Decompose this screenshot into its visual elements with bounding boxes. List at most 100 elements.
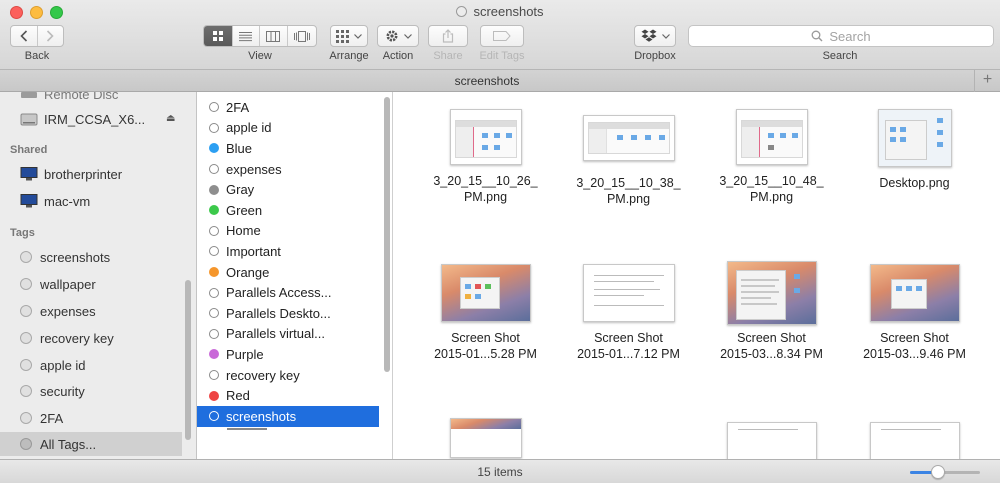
tag-list-item[interactable]: Home bbox=[197, 221, 379, 242]
file-item[interactable]: Screen Shot 2015-01...5.28 PM bbox=[414, 264, 557, 362]
icon-size-slider-knob[interactable] bbox=[931, 465, 945, 479]
file-name: Screen Shot 2015-03...8.34 PM bbox=[720, 331, 823, 361]
action-button[interactable] bbox=[377, 25, 419, 47]
network-computer-icon bbox=[20, 167, 38, 181]
back-label: Back bbox=[24, 50, 50, 62]
sidebar-item-remote-disc[interactable]: Remote Disc bbox=[0, 92, 196, 106]
tag-list-item[interactable]: expenses bbox=[197, 159, 379, 180]
sidebar-tag-screenshots[interactable]: screenshots bbox=[0, 245, 196, 269]
dropbox-icon bbox=[641, 29, 656, 42]
chevron-down-icon bbox=[354, 33, 362, 39]
back-forward-control bbox=[10, 25, 64, 47]
sidebar-item-brotherprinter[interactable]: brotherprinter bbox=[0, 162, 196, 186]
status-bar: 15 items bbox=[0, 459, 1000, 483]
columns-icon bbox=[266, 30, 281, 42]
window-title: screenshots bbox=[0, 4, 1000, 19]
sidebar-tag-expenses[interactable]: expenses bbox=[0, 299, 196, 323]
file-name: Desktop.png bbox=[879, 176, 950, 190]
sidebar-header-shared: Shared bbox=[10, 144, 48, 156]
tag-dot-icon bbox=[209, 308, 219, 319]
cover-flow-button[interactable] bbox=[288, 26, 316, 46]
file-icon-grid: 3_20_15__10_26_ PM.png 3_20_15__10_38_ PM.… bbox=[394, 92, 1000, 459]
file-thumbnail bbox=[869, 422, 960, 459]
color-tag-dot-icon bbox=[209, 184, 219, 195]
tag-list-item[interactable]: 2FA bbox=[197, 97, 379, 118]
tag-dot-icon bbox=[209, 102, 219, 113]
tag-list-column: 2FA apple id Blue expenses Gray Green Ho… bbox=[197, 92, 393, 459]
tab-screenshots[interactable]: screenshots bbox=[0, 74, 974, 88]
color-tag-dot-icon bbox=[209, 349, 219, 360]
sidebar-scrollbar[interactable] bbox=[185, 280, 191, 440]
forward-button[interactable] bbox=[38, 26, 64, 46]
new-tab-button[interactable]: + bbox=[974, 70, 1000, 92]
chevron-down-icon bbox=[403, 33, 412, 39]
network-computer-icon bbox=[20, 194, 38, 208]
tag-list-item[interactable]: Blue bbox=[197, 138, 379, 159]
file-item-partial[interactable] bbox=[700, 422, 843, 459]
sidebar-tag-wallpaper[interactable]: wallpaper bbox=[0, 272, 196, 296]
color-tag-dot-icon bbox=[209, 143, 219, 154]
tag-list-item-partial[interactable] bbox=[197, 426, 379, 432]
file-name: Screen Shot 2015-03...9.46 PM bbox=[863, 331, 966, 361]
file-item-partial[interactable] bbox=[843, 422, 986, 459]
tag-list-item[interactable]: recovery key bbox=[197, 365, 379, 386]
tag-dot-icon bbox=[20, 332, 32, 344]
tag-list-item[interactable]: Purple bbox=[197, 344, 379, 365]
file-thumbnail bbox=[877, 109, 952, 167]
folder-proxy-icon[interactable] bbox=[456, 6, 468, 17]
file-item[interactable]: 3_20_15__10_38_ PM.png bbox=[557, 109, 700, 207]
file-item[interactable]: Screen Shot 2015-03...9.46 PM bbox=[843, 264, 986, 362]
file-thumbnail bbox=[869, 264, 960, 322]
tag-list-item[interactable]: Parallels virtual... bbox=[197, 324, 379, 345]
sidebar-tag-2fa[interactable]: 2FA bbox=[0, 406, 196, 430]
back-button[interactable] bbox=[11, 26, 38, 46]
tag-dot-icon bbox=[209, 164, 219, 175]
file-item[interactable]: Screen Shot 2015-01...7.12 PM bbox=[557, 264, 700, 362]
dropbox-button[interactable] bbox=[634, 25, 676, 47]
tab-bar: screenshots + bbox=[0, 70, 1000, 92]
tag-list-item[interactable]: Orange bbox=[197, 262, 379, 283]
tag-list-item-selected[interactable]: screenshots bbox=[197, 406, 379, 427]
tag-list-item[interactable]: Red bbox=[197, 385, 379, 406]
search-placeholder: Search bbox=[829, 28, 871, 44]
tag-list-item[interactable]: Important bbox=[197, 241, 379, 262]
list-view-button[interactable] bbox=[233, 26, 261, 46]
sidebar-item-all-tags[interactable]: All Tags... bbox=[0, 432, 182, 456]
sidebar-tag-recovery-key[interactable]: recovery key bbox=[0, 326, 196, 350]
color-tag-dot-icon bbox=[209, 390, 219, 401]
tag-dot-icon bbox=[209, 411, 219, 422]
file-item[interactable]: Desktop.png bbox=[843, 109, 986, 191]
cover-flow-icon bbox=[293, 30, 310, 42]
arrange-label: Arrange bbox=[329, 50, 369, 62]
search-field[interactable]: Search bbox=[688, 25, 994, 47]
tag-list-scrollbar[interactable] bbox=[384, 97, 390, 372]
arrange-button[interactable] bbox=[330, 25, 368, 47]
sidebar-tag-security[interactable]: security bbox=[0, 379, 196, 403]
eject-icon[interactable]: ⏏ bbox=[166, 113, 175, 124]
disc-drive-icon bbox=[21, 92, 37, 98]
edit-tags-button[interactable] bbox=[480, 25, 524, 47]
tag-list-item[interactable]: apple id bbox=[197, 118, 379, 139]
sidebar-tag-apple-id[interactable]: apple id bbox=[0, 353, 196, 377]
file-item[interactable]: Screen Shot 2015-03...8.34 PM bbox=[700, 261, 843, 362]
tag-list-item[interactable]: Parallels Deskto... bbox=[197, 303, 379, 324]
search-label: Search bbox=[822, 50, 858, 62]
external-drive-icon bbox=[20, 113, 38, 126]
column-view-button[interactable] bbox=[260, 26, 288, 46]
file-item[interactable]: 3_20_15__10_48_ PM.png bbox=[700, 109, 843, 205]
icon-view-button[interactable] bbox=[204, 26, 233, 46]
tag-list-item[interactable]: Parallels Access... bbox=[197, 282, 379, 303]
tag-list-item[interactable]: Green bbox=[197, 200, 379, 221]
toolbar: screenshots Back View Arrange Action Sha… bbox=[0, 0, 1000, 70]
file-item-partial[interactable] bbox=[414, 418, 557, 458]
file-item[interactable]: 3_20_15__10_26_ PM.png bbox=[414, 109, 557, 205]
tag-list-item[interactable]: Gray bbox=[197, 179, 379, 200]
file-thumbnail bbox=[449, 418, 522, 458]
tag-dot-icon bbox=[20, 385, 32, 397]
sidebar-item-mac-vm[interactable]: mac-vm bbox=[0, 189, 196, 213]
share-button[interactable] bbox=[428, 25, 468, 47]
tag-dot-icon bbox=[209, 122, 219, 133]
tag-dot-icon bbox=[209, 370, 219, 381]
gear-icon bbox=[386, 30, 397, 42]
file-name: Screen Shot 2015-01...5.28 PM bbox=[434, 331, 537, 361]
